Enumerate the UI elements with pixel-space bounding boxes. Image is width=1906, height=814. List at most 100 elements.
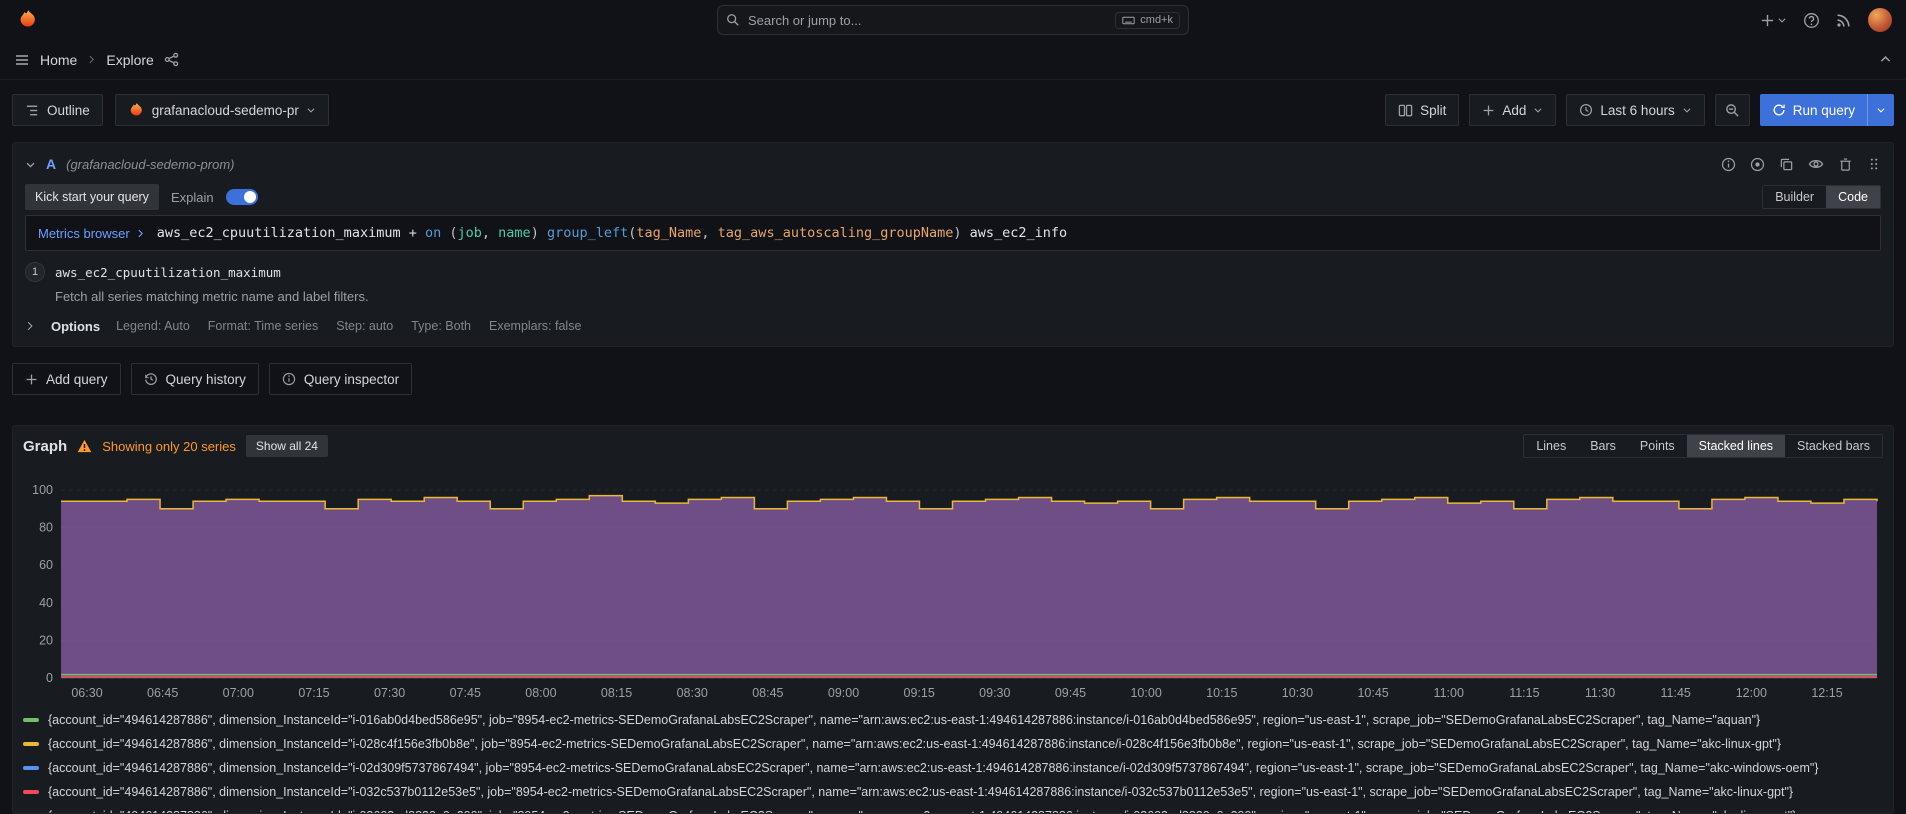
- x-axis-label: 07:15: [298, 686, 329, 700]
- chevron-down-icon: [1777, 15, 1787, 25]
- plus-icon: [25, 373, 38, 386]
- plus-icon: [1760, 13, 1775, 28]
- breadcrumb-home[interactable]: Home: [40, 52, 77, 68]
- legend-swatch: [23, 718, 39, 722]
- x-axis-label: 10:15: [1206, 686, 1237, 700]
- query-row-actions: [1721, 156, 1881, 172]
- options-label[interactable]: Options: [51, 319, 100, 334]
- x-axis-label: 09:00: [828, 686, 859, 700]
- query-options-row[interactable]: Options Legend: AutoFormat: Time seriesS…: [25, 314, 1881, 338]
- search-input[interactable]: Search or jump to... cmd+k: [717, 5, 1189, 35]
- query-controls-row: Kick start your query Explain Builder Co…: [25, 183, 1881, 211]
- editor-mode-builder[interactable]: Builder: [1763, 186, 1826, 208]
- help-button[interactable]: [1803, 12, 1820, 29]
- x-axis-label: 09:45: [1055, 686, 1086, 700]
- outline-button[interactable]: Outline: [12, 94, 103, 126]
- explain-step-number: 1: [25, 262, 45, 282]
- zoom-out-button[interactable]: [1715, 94, 1750, 126]
- remove-query-button[interactable]: [1838, 157, 1853, 172]
- datasource-help-button[interactable]: [1721, 157, 1736, 172]
- legend-swatch: [23, 790, 39, 794]
- x-axis-label: 08:30: [677, 686, 708, 700]
- x-axis-label: 09:15: [904, 686, 935, 700]
- grafana-logo[interactable]: [14, 6, 42, 34]
- split-button[interactable]: Split: [1385, 94, 1459, 126]
- query-token: job: [458, 225, 482, 241]
- graph-chart[interactable]: 02040608010006:3006:4507:0007:1507:3007:…: [23, 460, 1883, 704]
- metrics-browser-button[interactable]: Metrics browser: [26, 226, 157, 241]
- editor-mode-code[interactable]: Code: [1826, 186, 1880, 208]
- x-axis-label: 12:00: [1736, 686, 1767, 700]
- new-menu-button[interactable]: [1760, 13, 1787, 28]
- graph-mode-group: LinesBarsPointsStacked linesStacked bars: [1523, 434, 1883, 458]
- datasource-picker[interactable]: grafanacloud-sedemo-pr: [115, 94, 329, 126]
- show-all-series-button[interactable]: Show all 24: [246, 435, 328, 457]
- query-inspector-button[interactable]: Query inspector: [269, 363, 412, 395]
- duplicate-query-button[interactable]: [1779, 157, 1794, 172]
- drag-handle[interactable]: [1867, 157, 1881, 171]
- query-token: aws_ec2_cpuutilization_maximum: [157, 225, 401, 241]
- graph-mode-stacked-bars[interactable]: Stacked bars: [1785, 435, 1882, 457]
- x-axis-label: 12:15: [1811, 686, 1842, 700]
- warning-icon: [77, 439, 92, 453]
- news-button[interactable]: [1836, 12, 1852, 28]
- option-summary-item: Step: auto: [336, 319, 393, 333]
- graph-mode-points[interactable]: Points: [1628, 435, 1687, 457]
- user-avatar[interactable]: [1868, 8, 1892, 32]
- mega-menu-button[interactable]: [14, 52, 30, 68]
- query-history-button[interactable]: Query history: [131, 363, 259, 395]
- add-button[interactable]: Add: [1469, 94, 1556, 126]
- collapse-query-button[interactable]: [25, 159, 36, 170]
- outline-label: Outline: [47, 103, 90, 118]
- run-query-label: Run query: [1793, 103, 1855, 118]
- graph-mode-lines[interactable]: Lines: [1524, 435, 1578, 457]
- legend-item[interactable]: {account_id="494614287886", dimension_In…: [23, 756, 1883, 780]
- x-axis-label: 08:45: [752, 686, 783, 700]
- x-axis-label: 11:00: [1434, 686, 1464, 700]
- query-history-label: Query history: [166, 372, 246, 387]
- add-query-button[interactable]: Add query: [12, 363, 121, 395]
- graph-mode-stacked-lines[interactable]: Stacked lines: [1687, 435, 1785, 457]
- query-field[interactable]: Metrics browser aws_ec2_cpuutilization_m…: [25, 215, 1881, 251]
- search-icon: [726, 13, 740, 27]
- chevron-up-icon: [1879, 53, 1892, 66]
- disable-query-button[interactable]: [1750, 157, 1765, 172]
- time-range-picker[interactable]: Last 6 hours: [1566, 94, 1704, 126]
- legend-item[interactable]: {account_id="494614287886", dimension_In…: [23, 708, 1883, 732]
- breadcrumb-explore[interactable]: Explore: [106, 52, 153, 68]
- chevron-down-icon: [1876, 105, 1886, 115]
- chevron-down-icon: [1682, 105, 1692, 115]
- outline-icon: [25, 103, 40, 118]
- explore-toolbar: Outline grafanacloud-sedemo-pr Split Add: [0, 80, 1906, 136]
- option-summary-item: Type: Both: [411, 319, 471, 333]
- x-axis-label: 07:45: [450, 686, 481, 700]
- query-expression[interactable]: aws_ec2_cpuutilization_maximum + on (job…: [157, 225, 1067, 241]
- collapse-header-button[interactable]: [1879, 53, 1892, 66]
- explain-toggle[interactable]: [226, 189, 258, 205]
- query-token: +: [401, 225, 425, 241]
- hide-response-button[interactable]: [1808, 156, 1824, 172]
- kick-start-button[interactable]: Kick start your query: [25, 184, 159, 210]
- graph-panel: Graph Showing only 20 series Show all 24…: [12, 425, 1894, 814]
- graph-mode-bars[interactable]: Bars: [1578, 435, 1628, 457]
- split-icon: [1398, 103, 1413, 118]
- query-token: tag_aws_autoscaling_groupName: [718, 225, 954, 241]
- y-axis-label: 80: [39, 521, 53, 535]
- add-query-label: Add query: [46, 372, 108, 387]
- legend-item[interactable]: {account_id="494614287886", dimension_In…: [23, 780, 1883, 804]
- query-ref-id[interactable]: A: [46, 156, 56, 172]
- options-expand-button[interactable]: [25, 321, 35, 331]
- share-shortlink-button[interactable]: [164, 52, 179, 67]
- run-query-options-button[interactable]: [1867, 94, 1894, 126]
- x-axis-label: 11:45: [1661, 686, 1691, 700]
- keyboard-icon: [1122, 14, 1135, 27]
- breadcrumb-bar: Home Explore: [0, 40, 1906, 80]
- query-token: aws_ec2_info: [970, 225, 1068, 241]
- search-placeholder: Search or jump to...: [748, 13, 861, 28]
- info-circle-icon: [1721, 157, 1736, 172]
- eye-icon: [1808, 156, 1824, 172]
- run-query-button[interactable]: Run query: [1760, 94, 1894, 126]
- share-icon: [164, 52, 179, 67]
- x-axis-label: 11:30: [1585, 686, 1615, 700]
- legend-item[interactable]: {account_id="494614287886", dimension_In…: [23, 732, 1883, 756]
